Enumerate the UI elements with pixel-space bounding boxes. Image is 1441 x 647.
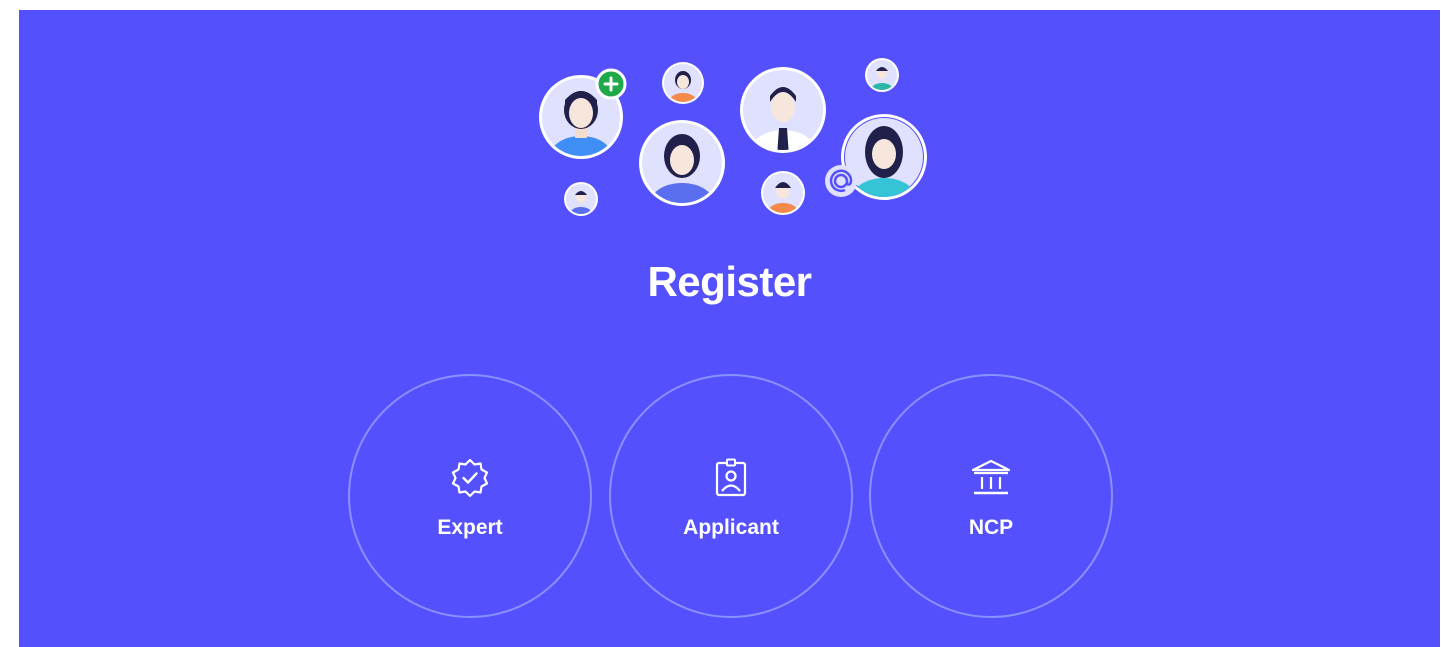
institution-icon [971, 459, 1011, 495]
id-badge-icon [715, 458, 747, 497]
registration-options: Expert Applicant NCP [19, 10, 1440, 647]
expert-option-label: Expert [437, 516, 503, 539]
ncp-option-label: NCP [968, 516, 1014, 539]
ncp-option-button[interactable]: NCP [869, 374, 1113, 618]
register-panel: Register Expert Applicant NCP [19, 10, 1440, 647]
applicant-option-button[interactable]: Applicant [609, 374, 853, 618]
verified-badge-icon [451, 458, 489, 498]
expert-option-button[interactable]: Expert [348, 374, 592, 618]
applicant-option-label: Applicant [683, 516, 779, 539]
